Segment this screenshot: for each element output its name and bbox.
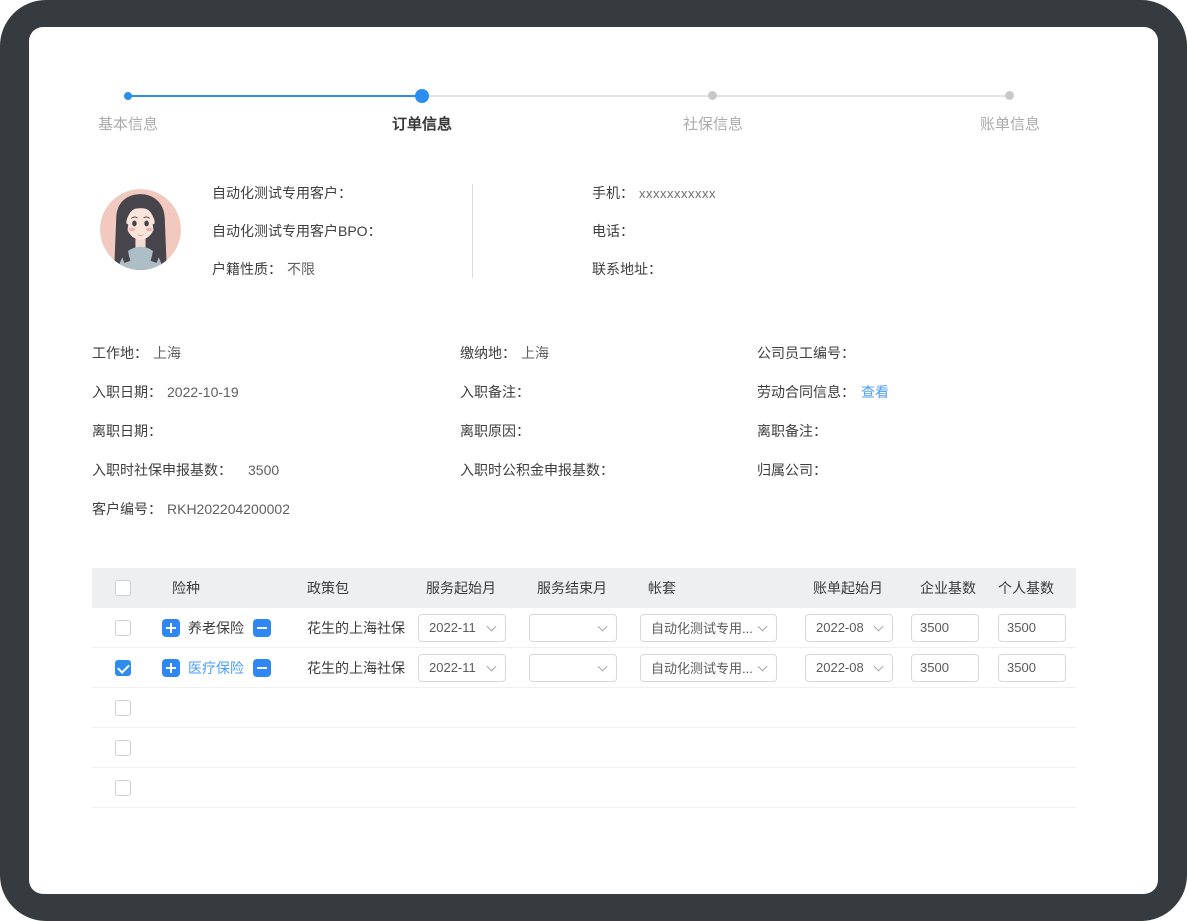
chevron-down-icon <box>487 621 497 631</box>
field-household-type: 户籍性质：不限 <box>212 259 387 297</box>
row-checkbox[interactable] <box>115 780 131 796</box>
field-owning-company: 归属公司： <box>757 450 1095 489</box>
table-row-empty <box>92 728 1076 768</box>
service-end-select[interactable] <box>529 614 617 642</box>
service-start-select[interactable]: 2022-11 <box>418 654 506 682</box>
header-insurance: 险种 <box>160 578 307 598</box>
field-phone: 电话： <box>592 221 716 259</box>
header-policy: 政策包 <box>307 578 418 598</box>
row-checkbox[interactable] <box>115 700 131 716</box>
avatar <box>100 189 181 270</box>
field-entry-note: 入职备注： <box>460 372 757 411</box>
row-checkbox[interactable] <box>115 740 131 756</box>
add-insurance-button[interactable] <box>162 619 180 637</box>
field-leave-date: 离职日期： <box>92 411 460 450</box>
add-insurance-button[interactable] <box>162 659 180 677</box>
company-base-input[interactable] <box>911 654 979 682</box>
bill-start-select[interactable]: 2022-08 <box>805 654 893 682</box>
field-customer-name: 自动化测试专用客户： <box>212 183 387 221</box>
account-set-select[interactable]: 自动化测试专用... <box>640 654 777 682</box>
insurance-name: 养老保险 <box>188 618 244 638</box>
remove-insurance-button[interactable] <box>253 659 271 677</box>
account-set-select[interactable]: 自动化测试专用... <box>640 614 777 642</box>
field-contact-address: 联系地址： <box>592 259 716 297</box>
step-dot-social-insurance-info[interactable] <box>708 91 717 100</box>
field-entry-fund-base: 入职时公积金申报基数： <box>460 450 757 489</box>
field-labor-contract: 劳动合同信息：查看 <box>757 372 1095 411</box>
personal-base-input[interactable] <box>998 614 1066 642</box>
table-row-empty <box>92 688 1076 728</box>
field-company-employee-id: 公司员工编号： <box>757 333 1095 372</box>
step-label-order-info[interactable]: 订单信息 <box>342 115 502 135</box>
table-row-empty <box>92 768 1076 808</box>
chevron-down-icon <box>598 621 608 631</box>
personal-base-input[interactable] <box>998 654 1066 682</box>
header-service-start: 服务起始月 <box>418 578 529 598</box>
stepper-progress <box>128 95 422 97</box>
chevron-down-icon <box>758 621 768 631</box>
chevron-down-icon <box>874 621 884 631</box>
insurance-table: 险种 政策包 服务起始月 服务结束月 帐套 账单起始月 企业基数 个人基数 养老… <box>92 568 1076 808</box>
header-account-set: 帐套 <box>640 578 805 598</box>
order-details: 工作地：上海 缴纳地：上海 公司员工编号： 入职日期：2022-10-19 入职… <box>92 333 1095 528</box>
field-leave-note: 离职备注： <box>757 411 1095 450</box>
field-mobile: 手机：xxxxxxxxxxx <box>592 183 716 221</box>
step-dot-basic-info[interactable] <box>124 92 132 100</box>
field-entry-social-base: 入职时社保申报基数：3500 <box>92 450 460 489</box>
header-service-end: 服务结束月 <box>529 578 640 598</box>
step-label-social-insurance-info[interactable]: 社保信息 <box>633 115 793 135</box>
field-entry-date: 入职日期：2022-10-19 <box>92 372 460 411</box>
chevron-down-icon <box>598 661 608 671</box>
header-bill-start: 账单起始月 <box>805 578 911 598</box>
row-checkbox[interactable] <box>115 620 131 636</box>
header-company-base: 企业基数 <box>911 578 996 598</box>
step-label-basic-info[interactable]: 基本信息 <box>48 115 208 135</box>
vertical-divider <box>472 184 473 278</box>
policy-package: 花生的上海社保 <box>307 660 405 676</box>
chevron-down-icon <box>487 661 497 671</box>
service-end-select[interactable] <box>529 654 617 682</box>
step-label-bill-info[interactable]: 账单信息 <box>930 115 1090 135</box>
field-payment-location: 缴纳地：上海 <box>460 333 757 372</box>
policy-package: 花生的上海社保 <box>307 620 405 636</box>
header-personal-base: 个人基数 <box>996 578 1076 598</box>
company-base-input[interactable] <box>911 614 979 642</box>
bill-start-select[interactable]: 2022-08 <box>805 614 893 642</box>
service-start-select[interactable]: 2022-11 <box>418 614 506 642</box>
step-dot-bill-info[interactable] <box>1005 91 1014 100</box>
step-dot-order-info[interactable] <box>415 89 429 103</box>
view-contract-link[interactable]: 查看 <box>861 382 889 402</box>
insurance-name-link[interactable]: 医疗保险 <box>188 658 244 678</box>
field-customer-bpo: 自动化测试专用客户BPO： <box>212 221 387 259</box>
customer-info-right: 手机：xxxxxxxxxxx 电话： 联系地址： <box>592 183 716 297</box>
content-card: 基本信息 订单信息 社保信息 账单信息 <box>29 27 1158 894</box>
field-customer-id: 客户编号：RKH202204200002 <box>92 489 460 528</box>
field-leave-reason: 离职原因： <box>460 411 757 450</box>
select-all-checkbox[interactable] <box>115 580 131 596</box>
chevron-down-icon <box>758 661 768 671</box>
table-header: 险种 政策包 服务起始月 服务结束月 帐套 账单起始月 企业基数 个人基数 <box>92 568 1076 608</box>
remove-insurance-button[interactable] <box>253 619 271 637</box>
table-row-medical: 医疗保险 花生的上海社保 2022-11 自动化测试专用... 2022-08 <box>92 648 1076 688</box>
customer-info-left: 自动化测试专用客户： 自动化测试专用客户BPO： 户籍性质：不限 <box>212 183 387 297</box>
chevron-down-icon <box>874 661 884 671</box>
table-row-pension: 养老保险 花生的上海社保 2022-11 自动化测试专用... 2022-08 <box>92 608 1076 648</box>
row-checkbox[interactable] <box>115 660 131 676</box>
field-work-location: 工作地：上海 <box>92 333 460 372</box>
